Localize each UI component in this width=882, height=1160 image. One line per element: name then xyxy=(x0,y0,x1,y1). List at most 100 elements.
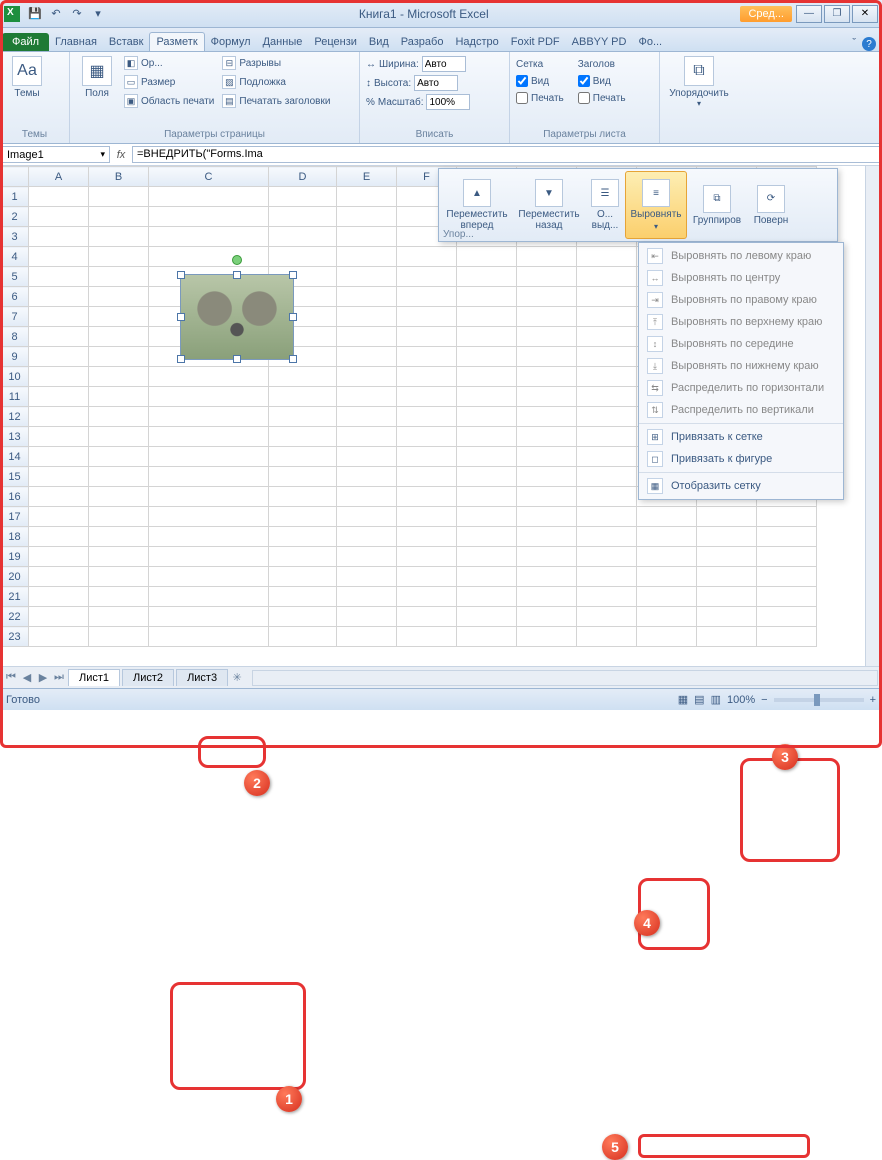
gridlines-view-check[interactable]: Вид xyxy=(516,73,564,89)
background-button[interactable]: ▨Подложка xyxy=(220,73,332,91)
align-button[interactable]: ≡ Выровнять ▾ xyxy=(625,171,687,239)
help-icon[interactable]: ? xyxy=(862,37,876,51)
sheet-tab-active[interactable]: Лист1 xyxy=(68,669,120,686)
arrange-button[interactable]: ⧉ Упорядочить ▾ xyxy=(666,54,732,110)
sheet-nav-next[interactable]: ▶ xyxy=(36,671,50,685)
sheet-tab[interactable]: Лист3 xyxy=(176,669,228,686)
snap-to-shape-item[interactable]: ◻Привязать к фигуре xyxy=(639,448,843,470)
rotate-button[interactable]: ⟳ Поверн xyxy=(747,171,795,239)
fx-icon[interactable]: fx xyxy=(112,144,130,165)
minimize-ribbon-icon[interactable]: ˇ xyxy=(852,37,856,51)
horizontal-scrollbar[interactable] xyxy=(252,670,878,686)
tab-file[interactable]: Файл xyxy=(2,33,49,51)
row-header[interactable]: 13 xyxy=(1,427,29,447)
align-top-item[interactable]: ⤒Выровнять по верхнему краю xyxy=(639,311,843,333)
row-header[interactable]: 5 xyxy=(1,267,29,287)
row-header[interactable]: 7 xyxy=(1,307,29,327)
sheet-tab[interactable]: Лист2 xyxy=(122,669,174,686)
qat-customize[interactable]: ▾ xyxy=(89,5,107,23)
row-header[interactable]: 4 xyxy=(1,247,29,267)
col-header[interactable]: E xyxy=(337,167,397,187)
row-header[interactable]: 23 xyxy=(1,627,29,647)
view-normal-icon[interactable]: ▦ xyxy=(678,693,688,706)
tab-view[interactable]: Вид xyxy=(363,33,395,51)
align-bottom-item[interactable]: ⤓Выровнять по нижнему краю xyxy=(639,355,843,377)
row-header[interactable]: 3 xyxy=(1,227,29,247)
align-center-h-item[interactable]: ↔Выровнять по центру xyxy=(639,267,843,289)
tab-data[interactable]: Данные xyxy=(257,33,309,51)
qat-save[interactable]: 💾 xyxy=(26,5,44,23)
sheet-nav-last[interactable]: ⏭ xyxy=(52,671,66,685)
tab-foxit[interactable]: Foxit PDF xyxy=(505,33,566,51)
row-header[interactable]: 22 xyxy=(1,607,29,627)
resize-handle[interactable] xyxy=(233,271,241,279)
minimize-button[interactable]: — xyxy=(796,5,822,23)
close-button[interactable]: ✕ xyxy=(852,5,878,23)
height-input[interactable] xyxy=(414,75,458,91)
distribute-h-item[interactable]: ⇆Распределить по горизонтали xyxy=(639,377,843,399)
row-header[interactable]: 1 xyxy=(1,187,29,207)
themes-button[interactable]: Аа Темы xyxy=(6,54,48,101)
row-header[interactable]: 10 xyxy=(1,367,29,387)
row-header[interactable]: 12 xyxy=(1,407,29,427)
zoom-out-button[interactable]: − xyxy=(761,694,767,706)
tab-home[interactable]: Главная xyxy=(49,33,103,51)
row-header[interactable]: 8 xyxy=(1,327,29,347)
size-button[interactable]: ▭Размер xyxy=(122,73,216,91)
resize-handle[interactable] xyxy=(289,313,297,321)
row-header[interactable]: 9 xyxy=(1,347,29,367)
row-header[interactable]: 6 xyxy=(1,287,29,307)
headings-print-check[interactable]: Печать xyxy=(578,90,626,106)
tab-developer[interactable]: Разрабо xyxy=(395,33,450,51)
new-sheet-button[interactable]: ✳ xyxy=(230,671,244,685)
rotate-handle[interactable] xyxy=(232,255,242,265)
tab-formulas[interactable]: Формул xyxy=(205,33,257,51)
resize-handle[interactable] xyxy=(177,271,185,279)
row-header[interactable]: 11 xyxy=(1,387,29,407)
resize-handle[interactable] xyxy=(233,355,241,363)
align-left-item[interactable]: ⇤Выровнять по левому краю xyxy=(639,245,843,267)
zoom-level[interactable]: 100% xyxy=(727,694,755,706)
tab-page-layout[interactable]: Разметк xyxy=(149,32,204,51)
resize-handle[interactable] xyxy=(289,355,297,363)
row-header[interactable]: 16 xyxy=(1,487,29,507)
maximize-button[interactable]: ❐ xyxy=(824,5,850,23)
zoom-slider[interactable] xyxy=(774,698,864,702)
tab-format[interactable]: Фо... xyxy=(632,33,668,51)
sheet-nav-first[interactable]: ⏮ xyxy=(4,671,18,685)
selection-pane-button[interactable]: ☰ О... выд... xyxy=(585,171,625,239)
show-gridlines-item[interactable]: ▦Отобразить сетку xyxy=(639,475,843,497)
tab-insert[interactable]: Вставк xyxy=(103,33,150,51)
send-backward-button[interactable]: ▼ Переместить назад xyxy=(513,171,585,239)
resize-handle[interactable] xyxy=(289,271,297,279)
width-input[interactable] xyxy=(422,56,466,72)
align-middle-item[interactable]: ↕Выровнять по середине xyxy=(639,333,843,355)
row-header[interactable]: 14 xyxy=(1,447,29,467)
row-header[interactable]: 19 xyxy=(1,547,29,567)
resize-handle[interactable] xyxy=(177,313,185,321)
sheet-nav-prev[interactable]: ◀ xyxy=(20,671,34,685)
view-pagebreak-icon[interactable]: ▥ xyxy=(711,693,721,706)
qat-redo[interactable]: ↷ xyxy=(68,5,86,23)
vertical-scrollbar[interactable] xyxy=(865,166,882,666)
print-area-button[interactable]: ▣Область печати xyxy=(122,92,216,110)
select-all-corner[interactable] xyxy=(1,167,29,187)
gridlines-print-check[interactable]: Печать xyxy=(516,90,564,106)
embedded-image-object[interactable] xyxy=(180,274,294,360)
print-titles-button[interactable]: ▤Печатать заголовки xyxy=(220,92,332,110)
row-header[interactable]: 2 xyxy=(1,207,29,227)
breaks-button[interactable]: ⊟Разрывы xyxy=(220,54,332,72)
snap-to-grid-item[interactable]: ⊞Привязать к сетке xyxy=(639,426,843,448)
qat-undo[interactable]: ↶ xyxy=(47,5,65,23)
group-button[interactable]: ⧉ Группиров xyxy=(687,171,747,239)
view-layout-icon[interactable]: ▤ xyxy=(694,693,704,706)
col-header[interactable]: B xyxy=(89,167,149,187)
row-header[interactable]: 17 xyxy=(1,507,29,527)
distribute-v-item[interactable]: ⇅Распределить по вертикали xyxy=(639,399,843,421)
formula-input[interactable]: =ВНЕДРИТЬ("Forms.Ima xyxy=(132,146,880,163)
align-right-item[interactable]: ⇥Выровнять по правому краю xyxy=(639,289,843,311)
col-header[interactable]: A xyxy=(29,167,89,187)
orientation-button[interactable]: ◧Ор... xyxy=(122,54,216,72)
col-header[interactable]: D xyxy=(269,167,337,187)
zoom-in-button[interactable]: + xyxy=(870,694,876,706)
